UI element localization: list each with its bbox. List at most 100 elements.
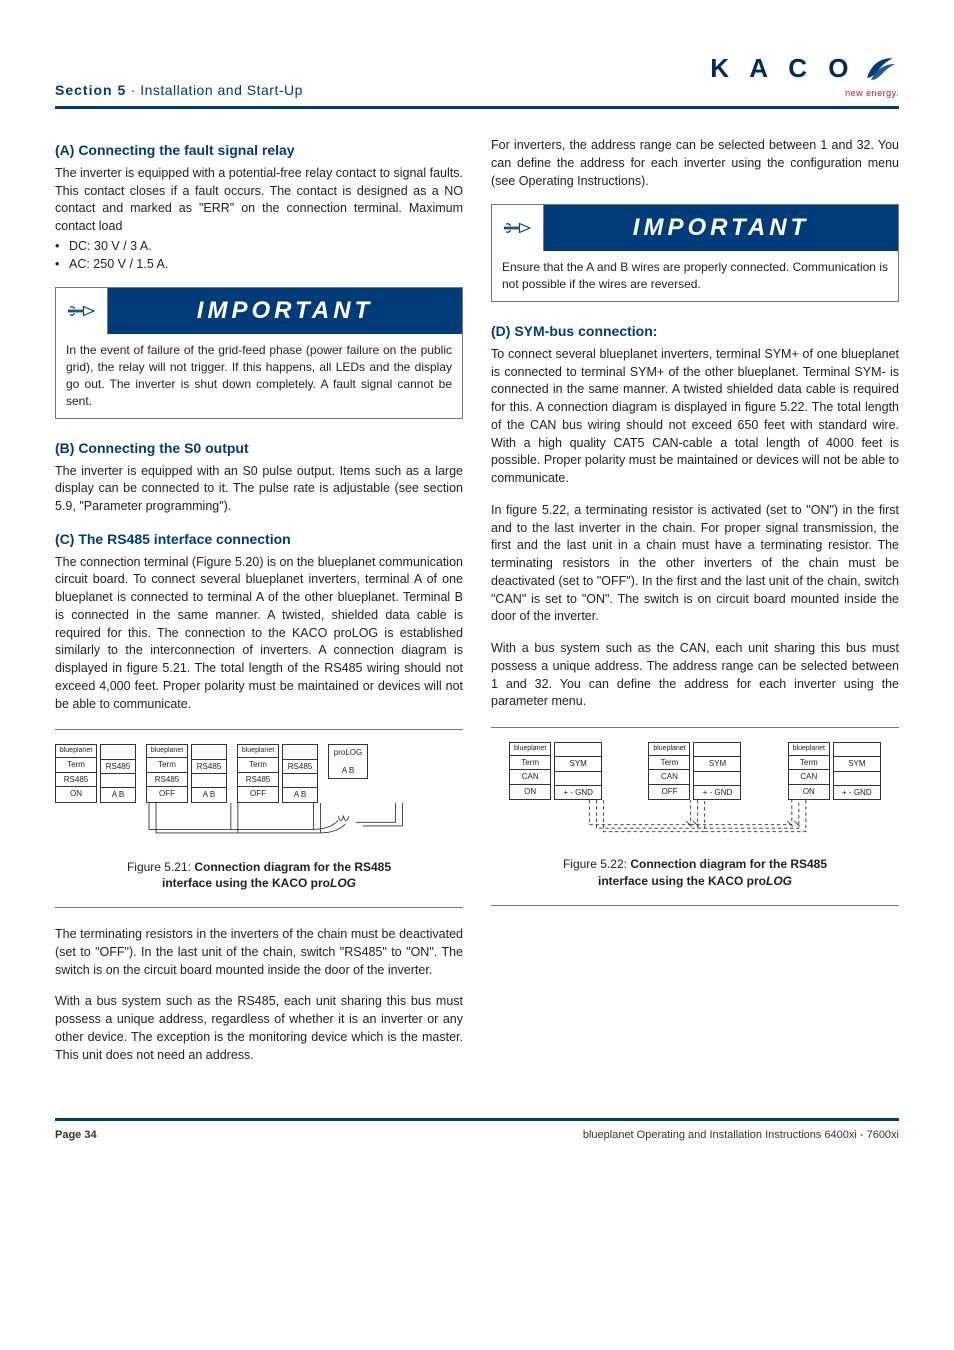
important-body: Ensure that the A and B wires are proper… <box>492 251 898 301</box>
cell: A B <box>283 788 317 801</box>
cell: ON <box>510 785 550 798</box>
cell: blueplanet <box>56 745 96 758</box>
cell: RS485 <box>147 773 187 787</box>
important-body: In the event of failure of the grid-feed… <box>56 334 462 417</box>
brand-logo: K A C O new energy. <box>710 50 899 98</box>
figcap-italic: LOG <box>766 874 792 888</box>
important-header: IMPORTANT <box>492 205 898 251</box>
cell: Term <box>649 756 689 770</box>
diagram-unit: blueplanet Term CAN OFF SYM + - GND <box>648 742 741 800</box>
cell: + - GND <box>694 786 740 799</box>
important-title: IMPORTANT <box>544 205 898 251</box>
left-column: (A) Connecting the fault signal relay Th… <box>55 137 463 1078</box>
pointing-hand-icon <box>492 205 544 251</box>
cell: RS485 <box>283 760 317 774</box>
para-top-right: For inverters, the address range can be … <box>491 137 899 190</box>
logo-text: K A C O <box>710 53 855 84</box>
pointing-hand-icon <box>56 288 108 334</box>
cell: OFF <box>649 785 689 798</box>
cell: Term <box>510 756 550 770</box>
footer-doc-title: blueplanet Operating and Installation In… <box>583 1129 899 1141</box>
figcap-bold2: interface using the KACO pro <box>598 874 766 888</box>
para-d1: To connect several blueplanet inverters,… <box>491 346 899 488</box>
page-number: Page 34 <box>55 1129 97 1141</box>
important-title: IMPORTANT <box>108 288 462 334</box>
para-c2: The terminating resistors in the inverte… <box>55 926 463 979</box>
para-d2: In figure 5.22, a terminating resistor i… <box>491 502 899 626</box>
figcap-prefix: Figure 5.21: <box>127 860 194 874</box>
page-header: Section 5 · Installation and Start-Up K … <box>55 50 899 98</box>
content-columns: (A) Connecting the fault signal relay Th… <box>55 137 899 1078</box>
right-column: For inverters, the address range can be … <box>491 137 899 1078</box>
cell: blueplanet <box>147 745 187 758</box>
para-d3: With a bus system such as the CAN, each … <box>491 640 899 711</box>
section-title: Installation and Start-Up <box>140 82 303 98</box>
page-footer: Page 34 blueplanet Operating and Install… <box>55 1129 899 1141</box>
cell: A B <box>101 788 135 801</box>
para-a1: The inverter is equipped with a potentia… <box>55 165 463 236</box>
diagram-unit: blueplanet Term RS485 ON RS485 A B <box>55 744 136 802</box>
figure-caption-521: Figure 5.21: Connection diagram for the … <box>55 859 463 891</box>
important-callout: IMPORTANT In the event of failure of the… <box>55 287 463 418</box>
diagram-521: blueplanet Term RS485 ON RS485 A B b <box>55 740 463 852</box>
cell: SYM <box>694 757 740 771</box>
cell: RS485 <box>101 760 135 774</box>
figcap-bold2: interface using the KACO pro <box>162 876 330 890</box>
para-c3: With a bus system such as the RS485, eac… <box>55 993 463 1064</box>
cell: ON <box>56 787 96 800</box>
important-header: IMPORTANT <box>56 288 462 334</box>
heading-d: (D) SYM-bus connection: <box>491 322 899 342</box>
logo-tagline: new energy. <box>710 88 899 98</box>
cell: ON <box>789 785 829 798</box>
cell: blueplanet <box>510 743 550 756</box>
wiring-svg-icon <box>491 800 899 844</box>
cell: blueplanet <box>789 743 829 756</box>
heading-b: (B) Connecting the S0 output <box>55 439 463 459</box>
cell: RS485 <box>56 773 96 787</box>
heading-c: (C) The RS485 interface connection <box>55 530 463 550</box>
list-item: DC: 30 V / 3 A. <box>69 238 463 256</box>
footer-rule <box>55 1118 899 1121</box>
important-callout: IMPORTANT Ensure that the A and B wires … <box>491 204 899 302</box>
heading-a: (A) Connecting the fault signal relay <box>55 141 463 161</box>
separator-dot: · <box>126 82 140 98</box>
cell: SYM <box>834 757 880 771</box>
cell: + - GND <box>834 786 880 799</box>
figure-caption-522: Figure 5.22: Connection diagram for the … <box>491 856 899 888</box>
cell: blueplanet <box>238 745 278 758</box>
section-number: Section 5 <box>55 82 126 98</box>
section-breadcrumb: Section 5 · Installation and Start-Up <box>55 82 303 98</box>
bullet-list-a: DC: 30 V / 3 A. AC: 250 V / 1.5 A. <box>55 238 463 274</box>
logo-swirl-icon <box>863 50 899 86</box>
cell: OFF <box>238 787 278 800</box>
cell: Term <box>789 756 829 770</box>
figcap-bold: Connection diagram for the RS485 <box>630 857 827 871</box>
figcap-bold: Connection diagram for the RS485 <box>194 860 391 874</box>
figure-rule-top <box>55 729 463 730</box>
diagram-unit: blueplanet Term RS485 OFF RS485 A B <box>237 744 318 802</box>
cell: Term <box>56 758 96 772</box>
cell: + - GND <box>555 786 601 799</box>
cell: RS485 <box>192 760 226 774</box>
cell: SYM <box>555 757 601 771</box>
cell: A B <box>192 788 226 801</box>
diagram-unit: blueplanet Term CAN ON SYM + - GND <box>509 742 602 800</box>
figcap-italic: LOG <box>330 876 356 890</box>
cell: Term <box>147 758 187 772</box>
cell: A B <box>333 765 363 776</box>
cell: OFF <box>147 787 187 800</box>
list-item: AC: 250 V / 1.5 A. <box>69 256 463 274</box>
figure-rule-bottom <box>491 905 899 906</box>
diagram-prolog: proLOG A B <box>328 744 368 779</box>
para-b1: The inverter is equipped with an S0 puls… <box>55 463 463 516</box>
cell: CAN <box>510 770 550 784</box>
cell: CAN <box>649 770 689 784</box>
cell: blueplanet <box>649 743 689 756</box>
diagram-522: blueplanet Term CAN ON SYM + - GND <box>491 738 899 850</box>
cell: Term <box>238 758 278 772</box>
diagram-unit: blueplanet Term CAN ON SYM + - GND <box>788 742 881 800</box>
wiring-svg-icon <box>55 803 463 847</box>
para-c1: The connection terminal (Figure 5.20) is… <box>55 554 463 714</box>
diagram-unit: blueplanet Term RS485 OFF RS485 A B <box>146 744 227 802</box>
cell: proLOG <box>333 747 363 758</box>
